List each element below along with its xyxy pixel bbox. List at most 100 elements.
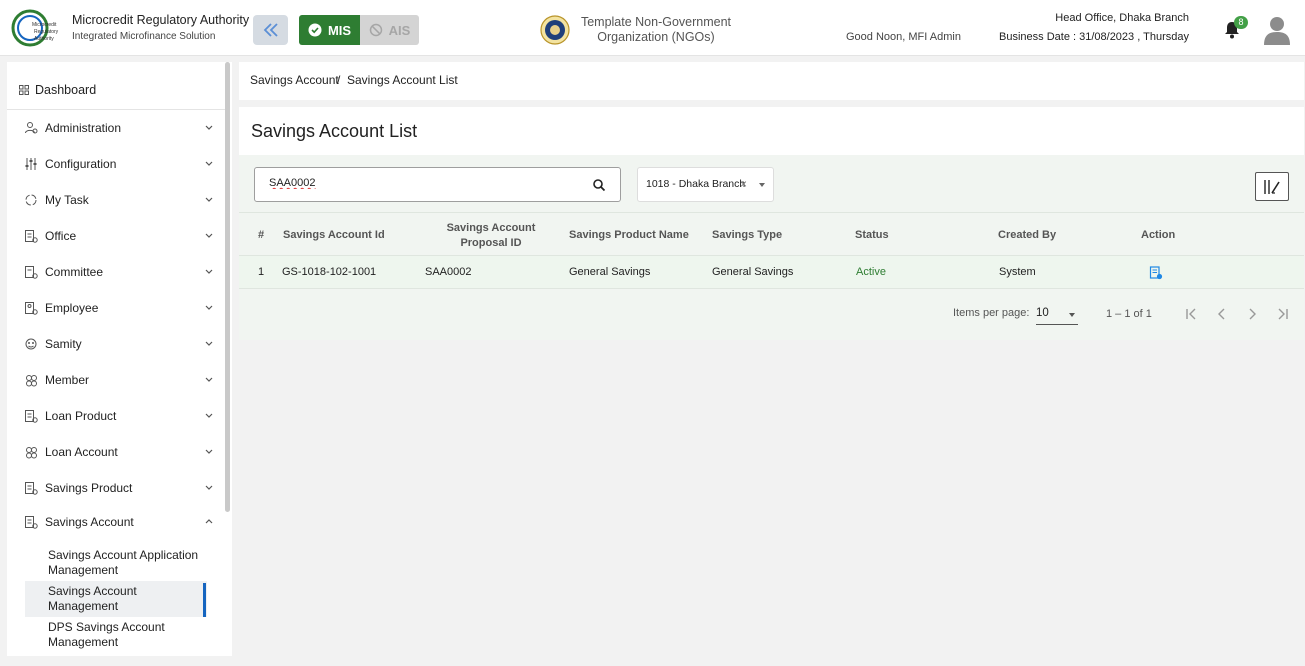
chevron-down-icon	[205, 125, 213, 130]
ais-label: AIS	[388, 22, 411, 38]
branch-select-value: 1018 - Dhaka Branch	[646, 178, 746, 190]
sidebar-item-committee[interactable]: Committee	[24, 262, 214, 282]
sidebar-scrollbar[interactable]	[225, 62, 230, 512]
mis-toggle-button[interactable]: MIS	[299, 15, 360, 45]
sidebar-item-label: Configuration	[45, 157, 117, 171]
row-number: 1	[258, 266, 265, 278]
ngo-title: Template Non-Government Organization (NG…	[580, 15, 732, 44]
column-header[interactable]: Savings Type	[712, 229, 782, 241]
sidebar-item-label: Office	[45, 229, 77, 243]
savings-account-id: GS-1018-102-1001	[282, 266, 377, 278]
sidebar-item-loan-product[interactable]: Loan Product	[24, 406, 214, 426]
dropdown-arrow-icon	[1069, 313, 1075, 317]
product-name: General Savings	[569, 266, 651, 278]
chevron-down-icon	[205, 413, 213, 418]
sidebar-subitem-account-management[interactable]: Savings Account Management	[48, 584, 208, 614]
breadcrumb-current: Savings Account List	[347, 73, 458, 87]
view-details-icon[interactable]	[1149, 266, 1163, 280]
admin-icon	[25, 122, 38, 134]
config-icon	[25, 158, 37, 170]
branch-select[interactable]: 1018 - Dhaka Branch ×	[637, 167, 774, 202]
column-header[interactable]: Status	[855, 229, 889, 241]
search-field[interactable]	[254, 167, 621, 202]
table-header: # Savings Account Id Savings Account Pro…	[239, 212, 1304, 256]
next-page-icon[interactable]	[1246, 308, 1258, 320]
table-row[interactable]: 1 GS-1018-102-1001 SAA0002 General Savin…	[239, 256, 1304, 289]
sidebar-item-my-task[interactable]: My Task	[24, 190, 214, 210]
office-icon	[25, 230, 38, 243]
sidebar-item-label: Loan Account	[45, 445, 118, 459]
sidebar-item-savings-account[interactable]: Savings Account	[24, 512, 214, 532]
previous-page-icon[interactable]	[1216, 308, 1228, 320]
svg-text:Authority: Authority	[34, 36, 54, 42]
sidebar-subitem-dps-management[interactable]: DPS Savings Account Management	[48, 620, 208, 650]
sidebar-item-office[interactable]: Office	[24, 226, 214, 246]
grid-icon	[19, 85, 29, 95]
breadcrumb-separator: /	[337, 73, 341, 87]
select-underline	[1036, 324, 1078, 325]
sidebar-item-label: Savings Product	[45, 481, 133, 495]
dropdown-arrow-icon	[759, 183, 765, 187]
savings-product-icon	[25, 482, 38, 495]
search-input[interactable]	[269, 177, 569, 189]
column-settings-button[interactable]	[1255, 172, 1289, 201]
pagination: Items per page: 10 1 – 1 of 1	[239, 289, 1304, 340]
sidebar-item-employee[interactable]: Employee	[24, 298, 214, 318]
column-header[interactable]: Savings Account Id	[283, 229, 385, 241]
sidebar-item-dashboard[interactable]: Dashboard	[19, 83, 96, 97]
government-seal-icon	[540, 15, 570, 45]
page-range: 1 – 1 of 1	[1106, 308, 1152, 320]
column-header: Action	[1141, 229, 1176, 241]
samity-icon	[25, 338, 37, 350]
sidebar-item-configuration[interactable]: Configuration	[24, 154, 214, 174]
sidebar-subitem-application-management[interactable]: Savings Account Application Management	[48, 548, 208, 578]
org-name: Microcredit Regulatory Authority	[72, 13, 250, 27]
chevron-down-icon	[205, 449, 213, 454]
column-header[interactable]: Created By	[998, 229, 1056, 241]
sidebar: Dashboard Administration Configuration M…	[7, 62, 232, 656]
column-header[interactable]: Savings Product Name	[569, 229, 689, 241]
first-page-icon[interactable]	[1185, 308, 1199, 320]
last-page-icon[interactable]	[1275, 308, 1289, 320]
title-bar: Savings Account List	[239, 107, 1304, 155]
sidebar-item-member[interactable]: Member	[24, 370, 214, 390]
dashboard-label: Dashboard	[35, 83, 97, 97]
sidebar-item-savings-product[interactable]: Savings Product	[24, 478, 214, 498]
clear-icon[interactable]: ×	[740, 177, 747, 191]
breadcrumb-parent[interactable]: Savings Account	[250, 73, 339, 87]
chevron-down-icon	[205, 197, 213, 202]
svg-text:Microcredit: Microcredit	[32, 22, 57, 28]
page-title: Savings Account List	[251, 121, 418, 141]
divider	[7, 109, 225, 110]
sidebar-item-administration[interactable]: Administration	[24, 118, 214, 138]
sidebar-item-label: Loan Product	[45, 409, 117, 423]
chevron-down-icon	[205, 341, 213, 346]
user-greeting: Good Noon, MFI Admin	[846, 31, 961, 43]
sidebar-collapse-button[interactable]	[253, 15, 288, 45]
column-header[interactable]: Savings Account Proposal ID	[436, 221, 546, 251]
branch-name: Head Office, Dhaka Branch	[1055, 12, 1189, 24]
mis-label: MIS	[327, 22, 352, 38]
member-icon	[26, 375, 37, 387]
chevron-up-icon	[205, 519, 213, 524]
user-avatar-icon[interactable]	[1263, 15, 1291, 45]
block-icon	[369, 23, 382, 37]
mra-logo: Microcredit Regulatory Authority	[11, 9, 59, 47]
column-header: #	[258, 229, 265, 241]
sidebar-item-label: Administration	[45, 121, 122, 135]
sidebar-item-label: Employee	[45, 301, 99, 315]
created-by: System	[999, 266, 1036, 278]
loan-account-icon	[26, 447, 37, 459]
chevron-down-icon	[205, 161, 213, 166]
search-icon[interactable]	[592, 178, 606, 192]
ais-toggle-button[interactable]: AIS	[360, 15, 419, 45]
sidebar-item-loan-account[interactable]: Loan Account	[24, 442, 214, 462]
sidebar-item-label: Samity	[45, 337, 82, 351]
sidebar-item-samity[interactable]: Samity	[24, 334, 214, 354]
items-per-page-select[interactable]: 10	[1036, 307, 1049, 319]
business-date: Business Date : 31/08/2023 , Thursday	[999, 31, 1189, 43]
double-chevron-left-icon	[263, 23, 278, 37]
chevron-down-icon	[205, 485, 213, 490]
breadcrumb: Savings Account / Savings Account List	[239, 62, 1304, 100]
savings-account-icon	[25, 516, 38, 529]
